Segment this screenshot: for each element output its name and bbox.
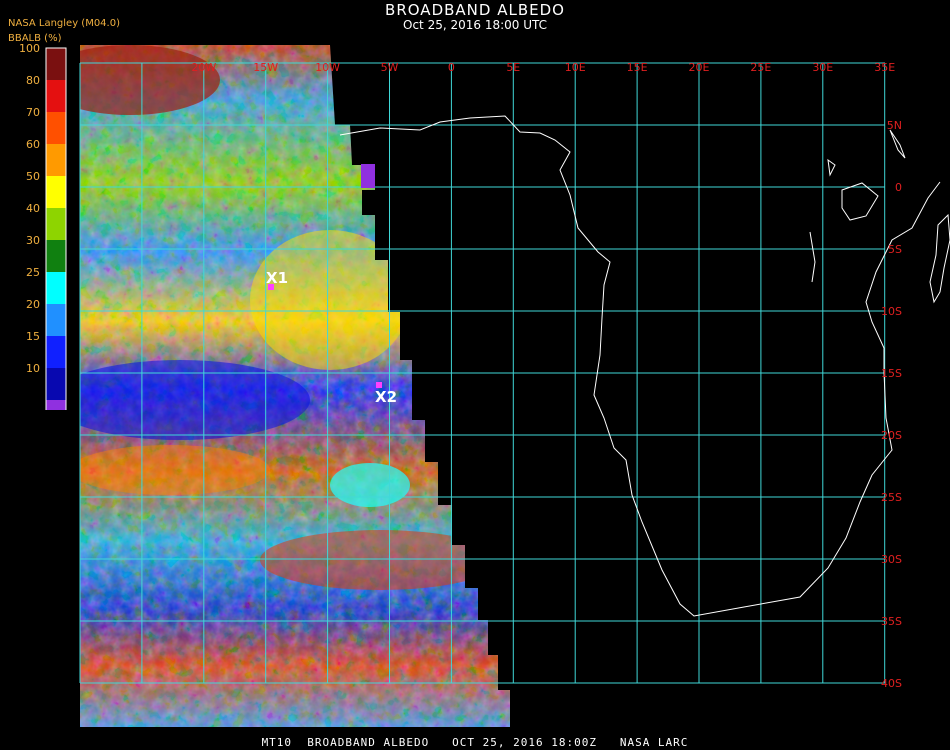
latitude-label: 5N [887, 119, 902, 132]
longitude-label: 5E [506, 61, 520, 74]
longitude-label: 15W [253, 61, 278, 74]
longitude-label: 10E [565, 61, 586, 74]
longitude-label: 25E [750, 61, 771, 74]
footer-caption: MT10 BROADBAND ALBEDO OCT 25, 2016 18:00… [261, 736, 689, 749]
lake-outline-2 [809, 129, 906, 283]
longitude-label: 0 [448, 61, 455, 74]
latitude-label: 40S [881, 677, 902, 690]
swath-purple-patch [361, 164, 375, 188]
marker-x1-label: X1 [266, 269, 288, 287]
latitude-label: 15S [881, 367, 902, 380]
longitude-label: 15E [627, 61, 648, 74]
latitude-label: 5S [888, 243, 902, 256]
marker-x2-label: X2 [375, 388, 397, 406]
latitude-label: 0 [895, 181, 902, 194]
longitude-label: 30E [812, 61, 833, 74]
madagascar-coastline [929, 213, 950, 304]
latitude-label: 30S [881, 553, 902, 566]
satellite-swath [80, 45, 510, 727]
latitude-label: 10S [881, 305, 902, 318]
latitude-label: 25S [881, 491, 902, 504]
albedo-map: X1 X2 20W 15W 10W 5W 0 5E 10E 15E 20E 25E 30E 35E 5… [79, 45, 950, 727]
longitude-label: 20E [689, 61, 710, 74]
latitude-label: 20S [881, 429, 902, 442]
longitude-label: 5W [381, 61, 399, 74]
latitude-label: 35S [881, 615, 902, 628]
longitude-label: 20W [191, 61, 216, 74]
lake-outline [841, 182, 879, 221]
longitude-label: 10W [315, 61, 340, 74]
longitude-label: 35E [874, 61, 895, 74]
latitude-labels: 5N 0 5S 10S 15S 20S 25S 30S 35S 40S [881, 119, 902, 690]
